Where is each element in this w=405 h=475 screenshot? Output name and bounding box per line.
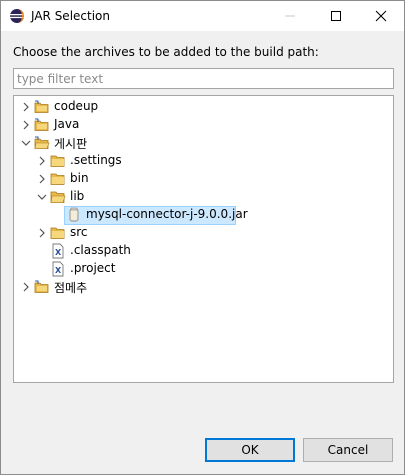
xml-file-icon: X (52, 261, 64, 277)
tree-item-src[interactable]: src (14, 224, 393, 242)
cancel-button[interactable]: Cancel (303, 438, 393, 462)
xml-file-icon: X (52, 243, 64, 259)
chevron-right-icon[interactable] (20, 119, 32, 131)
project-folder-icon (34, 118, 49, 131)
tree-item-lunch-project[interactable]: 점메추 (14, 278, 393, 296)
tree-item-label: 게시판 (54, 137, 88, 151)
instruction-label: Choose the archives to be added to the b… (13, 45, 319, 59)
tree-item-java[interactable]: Java (14, 116, 393, 134)
jar-file-icon (69, 207, 79, 222)
maximize-icon (331, 11, 341, 21)
project-folder-icon (34, 280, 49, 293)
maximize-button[interactable] (313, 1, 359, 31)
project-folder-open-icon (34, 136, 50, 149)
archive-tree[interactable]: codeup Java 게시판 .settings bin lib mysql-… (13, 95, 394, 383)
tree-item-label: .project (70, 261, 116, 275)
chevron-down-icon[interactable] (36, 191, 48, 203)
folder-icon (50, 173, 65, 185)
ok-button[interactable]: OK (205, 438, 295, 462)
tree-item-classpath[interactable]: X .classpath (14, 242, 393, 260)
folder-icon (50, 227, 65, 239)
chevron-right-icon[interactable] (36, 227, 48, 239)
tree-item-label: .settings (70, 153, 122, 167)
tree-item-codeup[interactable]: codeup (14, 98, 393, 116)
chevron-right-icon[interactable] (36, 173, 48, 185)
tree-item-mysql-connector-jar[interactable]: mysql-connector-j-9.0.0.jar (14, 206, 393, 225)
svg-text:X: X (55, 248, 62, 257)
tree-item-label: .classpath (70, 243, 131, 257)
tree-item-board-project[interactable]: 게시판 (14, 134, 393, 152)
folder-icon (50, 155, 65, 167)
tree-item-label: bin (70, 171, 89, 185)
chevron-down-icon[interactable] (20, 137, 32, 149)
filter-input[interactable] (13, 68, 394, 89)
tree-item-label: lib (70, 189, 85, 203)
tree-item-label: codeup (54, 99, 99, 113)
title-bar: JAR Selection (1, 1, 404, 31)
svg-text:X: X (55, 266, 62, 275)
folder-open-icon (50, 191, 66, 203)
tree-item-bin[interactable]: bin (14, 170, 393, 188)
tree-item-project-file[interactable]: X .project (14, 260, 393, 278)
project-folder-icon (34, 100, 49, 113)
close-icon (375, 10, 387, 22)
tree-item-lib[interactable]: lib (14, 188, 393, 206)
chevron-right-icon[interactable] (20, 281, 32, 293)
tree-item-label: 점메추 (54, 281, 88, 295)
jar-selection-dialog: JAR Selection Choose the archives to be … (0, 0, 405, 475)
eclipse-icon (10, 9, 24, 23)
window-title: JAR Selection (31, 9, 110, 23)
close-button[interactable] (358, 1, 404, 31)
chevron-right-icon[interactable] (20, 101, 32, 113)
chevron-right-icon[interactable] (36, 155, 48, 167)
minimize-icon (285, 15, 295, 17)
minimize-button[interactable] (267, 1, 313, 31)
tree-item-label: mysql-connector-j-9.0.0.jar (86, 207, 248, 221)
tree-item-settings[interactable]: .settings (14, 152, 393, 170)
tree-item-label: Java (54, 117, 80, 131)
tree-item-label: src (70, 225, 88, 239)
